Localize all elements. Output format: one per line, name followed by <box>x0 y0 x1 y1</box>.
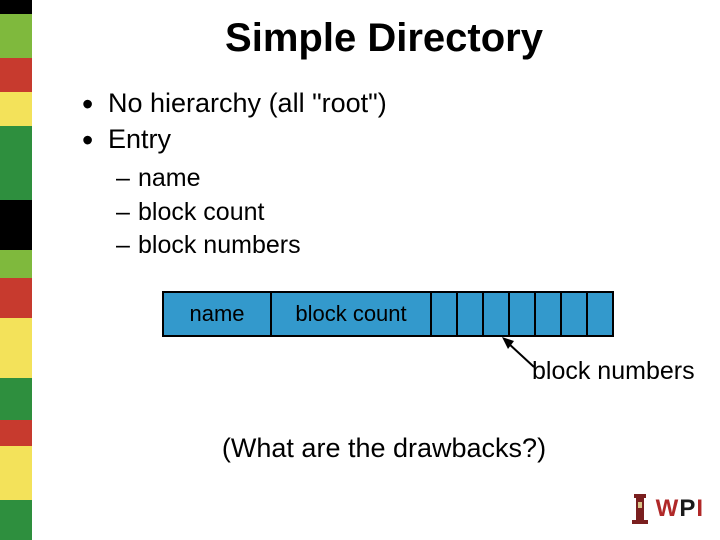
cell-block-number <box>432 291 458 337</box>
logo-text: WPI <box>656 495 704 523</box>
sidebar-segment <box>0 200 32 250</box>
cell-block-number <box>588 291 614 337</box>
question-text: (What are the drawbacks?) <box>72 433 696 464</box>
sidebar-segment <box>0 420 32 446</box>
sub-bullet-item: block count <box>116 196 696 230</box>
sidebar-segment <box>0 58 32 92</box>
sidebar-segment <box>0 446 32 500</box>
sidebar-segment <box>0 0 32 14</box>
sidebar-segment <box>0 378 32 420</box>
sub-bullet-item: block numbers <box>116 229 696 263</box>
cell-block-number <box>510 291 536 337</box>
sidebar-segment <box>0 500 32 540</box>
cell-block-number <box>458 291 484 337</box>
sidebar-segment <box>0 92 32 126</box>
bullet-item: No hierarchy (all "root") <box>80 85 696 121</box>
page-title: Simple Directory <box>72 16 696 61</box>
cell-block-count: block count <box>272 291 432 337</box>
sub-bullet-list: name block count block numbers <box>116 162 696 263</box>
sidebar-segment <box>0 278 32 318</box>
cell-name: name <box>162 291 272 337</box>
entry-diagram: name block count block numbers <box>162 291 696 387</box>
block-numbers-callout: block numbers <box>162 343 696 387</box>
sidebar-segment <box>0 318 32 378</box>
logo-letter-i: I <box>696 495 704 522</box>
cell-block-number <box>562 291 588 337</box>
slide-content: Simple Directory No hierarchy (all "root… <box>48 0 720 540</box>
block-numbers-label: block numbers <box>532 357 695 386</box>
cell-block-number <box>484 291 510 337</box>
sidebar-segment <box>0 126 32 200</box>
bullet-list: No hierarchy (all "root") Entry <box>80 85 696 158</box>
sub-bullet-item: name <box>116 162 696 196</box>
decorative-sidebar <box>0 0 32 540</box>
logo-letter-w: W <box>656 495 680 522</box>
entry-row: name block count <box>162 291 696 337</box>
tower-icon <box>628 492 652 526</box>
sidebar-segment <box>0 250 32 278</box>
wpi-logo: WPI <box>628 492 704 526</box>
cell-block-number <box>536 291 562 337</box>
bullet-item: Entry <box>80 121 696 157</box>
sidebar-segment <box>0 14 32 58</box>
logo-letter-p: P <box>679 495 696 522</box>
